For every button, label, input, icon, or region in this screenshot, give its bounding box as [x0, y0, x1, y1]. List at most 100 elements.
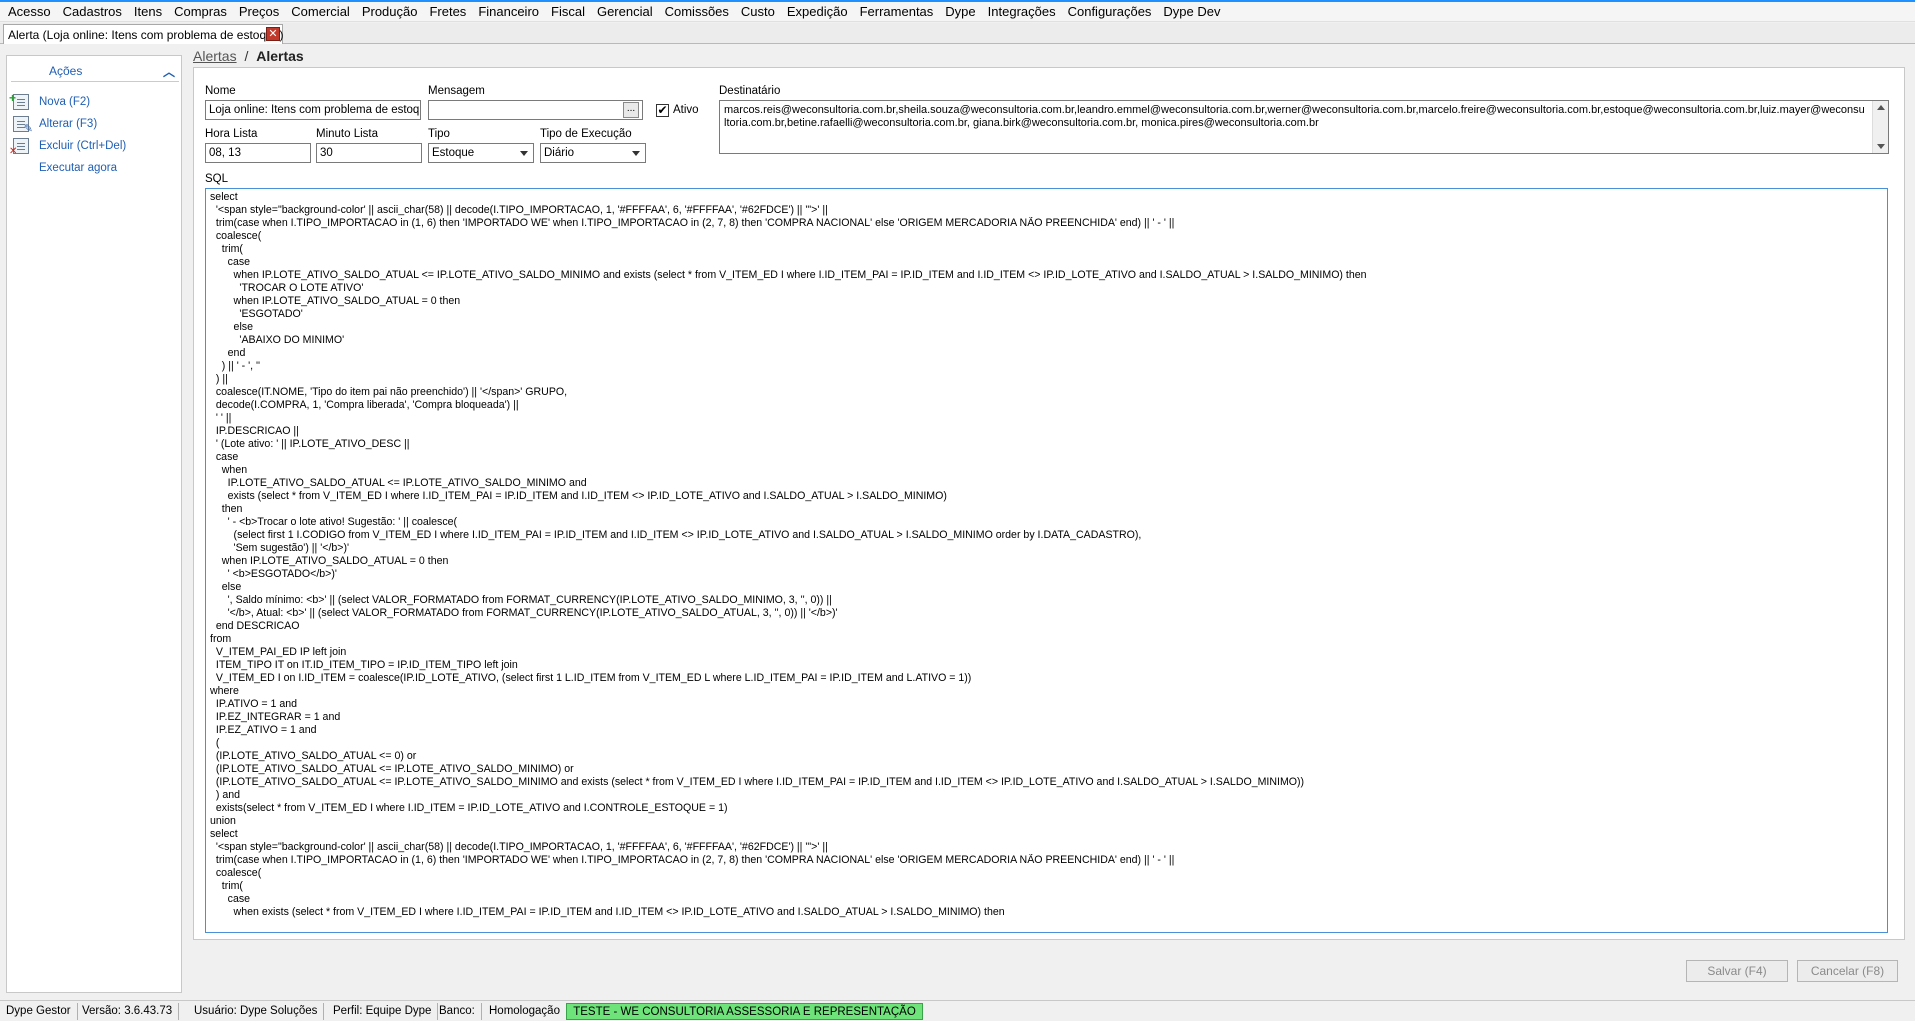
sql-line: trim( [210, 243, 243, 255]
actions-header[interactable]: Ações ︿ [11, 60, 179, 82]
scroll-down-icon[interactable] [1877, 144, 1885, 149]
sql-line: else [210, 321, 253, 333]
mensagem-browse-button[interactable]: ... [623, 102, 639, 118]
sql-line: when IP.LOTE_ATIVO_SALDO_ATUAL <= IP.LOT… [210, 269, 1367, 281]
status-db-label: Banco: [433, 1003, 482, 1020]
scroll-up-icon[interactable] [1877, 105, 1885, 110]
sql-line: ' ' || [210, 412, 232, 424]
menu-producao[interactable]: Produção [356, 2, 424, 22]
breadcrumb: Alertas / Alertas [193, 48, 304, 64]
menu-precos[interactable]: Preços [233, 2, 285, 22]
nome-label: Nome [205, 85, 236, 97]
sql-line: trim(case when I.TIPO_IMPORTACAO in (1, … [210, 217, 1175, 229]
close-tab-icon[interactable]: ✕ [266, 27, 280, 41]
sql-line: 'TROCAR O LOTE ATIVO' [210, 282, 364, 294]
action-executar-label: Executar agora [39, 162, 117, 174]
tab-title: Alerta (Loja online: Itens com problema … [8, 27, 284, 42]
sql-line: else [210, 581, 242, 593]
menu-expedicao[interactable]: Expedição [781, 2, 854, 22]
sql-editor[interactable]: select '<span style="background-color' |… [205, 188, 1888, 933]
menu-compras[interactable]: Compras [168, 2, 233, 22]
sql-line: (IP.LOTE_ATIVO_SALDO_ATUAL <= 0) or [210, 750, 417, 762]
sql-line: V_ITEM_ED I on I.ID_ITEM = coalesce(IP.I… [210, 672, 972, 684]
sql-line: 'ESGOTADO' [210, 308, 303, 320]
minuto-lista-input[interactable]: 30 [316, 143, 422, 163]
sql-line: (select first 1 I.CODIGO from V_ITEM_ED … [210, 529, 1142, 541]
sql-line: '<span style="background-color' || ascii… [210, 204, 828, 216]
menu-itens[interactable]: Itens [128, 2, 168, 22]
menu-ferramentas[interactable]: Ferramentas [854, 2, 940, 22]
sql-line: when IP.LOTE_ATIVO_SALDO_ATUAL = 0 then [210, 295, 461, 307]
menu-configuracoes[interactable]: Configurações [1062, 2, 1158, 22]
sql-line: IP.ATIVO = 1 and [210, 698, 298, 710]
sql-line: then [210, 503, 243, 515]
sql-line: exists(select * from V_ITEM_ED I where I… [210, 802, 728, 814]
sql-line: '<span style="background-color' || ascii… [210, 841, 828, 853]
sql-line: ' (Lote ativo: ' || IP.LOTE_ATIVO_DESC |… [210, 438, 410, 450]
sql-line: 'Sem sugestão') || '</b>)' [210, 542, 350, 554]
sql-line: ) and [210, 789, 241, 801]
ativo-checkbox[interactable]: ✔ [656, 104, 669, 117]
menu-gerencial[interactable]: Gerencial [591, 2, 659, 22]
action-nova-label: Nova (F2) [39, 96, 91, 108]
document-tabstrip: Alerta (Loja online: Itens com problema … [0, 23, 1915, 44]
sql-text: select '<span style="background-color' |… [210, 191, 1883, 919]
breadcrumb-current: Alertas [256, 48, 304, 64]
actions-title: Ações [49, 64, 83, 78]
sql-line: IP.LOTE_ATIVO_SALDO_ATUAL <= IP.LOTE_ATI… [210, 477, 587, 489]
sql-line: coalesce( [210, 230, 262, 242]
sql-line: when exists (select * from V_ITEM_ED I w… [210, 906, 1005, 918]
minuto-lista-label: Minuto Lista [316, 128, 379, 140]
menu-custo[interactable]: Custo [735, 2, 781, 22]
sql-line: '</b>, Atual: <b>' || (select VALOR_FORM… [210, 607, 838, 619]
menu-financeiro[interactable]: Financeiro [472, 2, 545, 22]
sql-line: from [210, 633, 232, 645]
cancel-button[interactable]: Cancelar (F8) [1797, 960, 1898, 982]
edit-document-icon [13, 116, 33, 135]
tipo-execucao-select[interactable]: Diário [540, 143, 646, 163]
delete-document-icon [9, 138, 29, 157]
hora-lista-input[interactable]: 08, 13 [205, 143, 311, 163]
menu-fretes[interactable]: Fretes [423, 2, 472, 22]
tipo-select[interactable]: Estoque [428, 143, 534, 163]
menu-cadastros[interactable]: Cadastros [57, 2, 128, 22]
menu-fiscal[interactable]: Fiscal [545, 2, 591, 22]
sql-line: when [210, 464, 248, 476]
menu-comissoes[interactable]: Comissões [659, 2, 735, 22]
tab-alerta[interactable]: Alerta (Loja online: Itens com problema … [3, 24, 284, 44]
sql-line: exists (select * from V_ITEM_ED I where … [210, 490, 947, 502]
menu-acesso[interactable]: Acesso [2, 2, 57, 22]
action-alterar-label: Alterar (F3) [39, 118, 98, 130]
sql-line: case [210, 893, 251, 905]
menu-integracoes[interactable]: Integrações [982, 2, 1062, 22]
destinatario-scrollbar[interactable] [1872, 101, 1888, 153]
mensagem-input[interactable] [428, 100, 643, 120]
sql-line: end [210, 347, 246, 359]
ativo-label: Ativo [673, 104, 699, 116]
sql-line: ) || ' - ', '' [210, 360, 261, 372]
menu-dype[interactable]: Dype [939, 2, 981, 22]
destinatario-label: Destinatário [719, 85, 781, 97]
sql-line: 'ABAIXO DO MINIMO' [210, 334, 345, 346]
alert-form-panel: Nome Loja online: Itens com problema de … [193, 67, 1905, 940]
sql-line: case [210, 256, 251, 268]
menu-dype-dev[interactable]: Dype Dev [1157, 2, 1226, 22]
breadcrumb-parent-link[interactable]: Alertas [193, 48, 237, 64]
nome-input[interactable]: Loja online: Itens com problema de estoq… [205, 100, 421, 120]
action-nova[interactable]: Nova (F2) [9, 91, 91, 111]
destinatario-value: marcos.reis@weconsultoria.com.br,sheila.… [724, 104, 1865, 129]
status-app: Dype Gestor [0, 1003, 78, 1020]
sql-line: (IP.LOTE_ATIVO_SALDO_ATUAL <= IP.LOTE_AT… [210, 776, 1305, 788]
action-alterar[interactable]: Alterar (F3) [13, 115, 98, 135]
action-excluir[interactable]: Excluir (Ctrl+Del) [9, 137, 126, 157]
tipo-execucao-label: Tipo de Execução [540, 128, 632, 140]
chevron-up-icon[interactable]: ︿ [163, 63, 175, 80]
status-bar: Dype Gestor Versão: 3.6.43.73 Usuário: D… [0, 1000, 1915, 1021]
status-db-value: Homologação [483, 1003, 567, 1020]
status-user: Usuário: Dype Soluções [188, 1003, 325, 1020]
save-button[interactable]: Salvar (F4) [1686, 960, 1788, 982]
destinatario-textarea[interactable]: marcos.reis@weconsultoria.com.br,sheila.… [719, 100, 1889, 154]
action-executar-agora[interactable]: Executar agora [13, 159, 117, 177]
menu-comercial[interactable]: Comercial [285, 2, 356, 22]
sql-line: select [210, 191, 238, 203]
